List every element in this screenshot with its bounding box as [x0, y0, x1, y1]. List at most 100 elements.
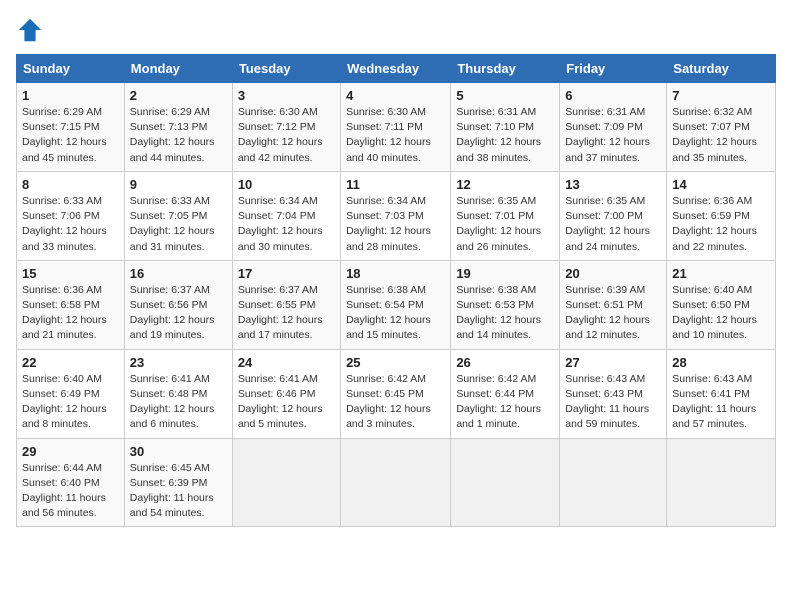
day-number: 22 [22, 355, 119, 370]
day-detail: Sunrise: 6:45 AMSunset: 6:39 PMDaylight:… [130, 462, 214, 520]
calendar-week-3: 15 Sunrise: 6:36 AMSunset: 6:58 PMDayligh… [17, 260, 776, 349]
calendar-cell: 18Sunrise: 6:38 AMSunset: 6:54 PMDayligh… [341, 260, 451, 349]
day-detail: Sunrise: 6:38 AMSunset: 6:53 PMDaylight:… [456, 284, 541, 342]
day-number: 19 [456, 266, 554, 281]
day-detail: Sunrise: 6:35 AMSunset: 7:00 PMDaylight:… [565, 195, 650, 253]
day-number: 13 [565, 177, 661, 192]
col-header-thursday: Thursday [451, 55, 560, 83]
calendar-cell: 17 Sunrise: 6:37 AMSunset: 6:55 PMDayligh… [232, 260, 340, 349]
day-detail: Sunrise: 6:34 AMSunset: 7:04 PMDaylight:… [238, 195, 323, 253]
calendar-cell: 3 Sunrise: 6:30 AMSunset: 7:12 PMDaylight… [232, 83, 340, 172]
day-detail: Sunrise: 6:36 AMSunset: 6:58 PMDaylight:… [22, 284, 107, 342]
day-detail: Sunrise: 6:29 AMSunset: 7:13 PMDaylight:… [130, 106, 215, 164]
calendar-week-4: 22 Sunrise: 6:40 AMSunset: 6:49 PMDayligh… [17, 349, 776, 438]
day-detail: Sunrise: 6:42 AMSunset: 6:44 PMDaylight:… [456, 373, 541, 431]
calendar-cell: 4 Sunrise: 6:30 AMSunset: 7:11 PMDaylight… [341, 83, 451, 172]
calendar-cell: 12 Sunrise: 6:35 AMSunset: 7:01 PMDayligh… [451, 171, 560, 260]
calendar-cell: 14 Sunrise: 6:36 AMSunset: 6:59 PMDayligh… [667, 171, 776, 260]
calendar-cell: 30 Sunrise: 6:45 AMSunset: 6:39 PMDayligh… [124, 438, 232, 527]
calendar-cell: 6Sunrise: 6:31 AMSunset: 7:09 PMDaylight… [560, 83, 667, 172]
day-number: 10 [238, 177, 335, 192]
day-number: 2 [130, 88, 227, 103]
day-detail: Sunrise: 6:41 AMSunset: 6:48 PMDaylight:… [130, 373, 215, 431]
calendar-cell: 24Sunrise: 6:41 AMSunset: 6:46 PMDayligh… [232, 349, 340, 438]
col-header-wednesday: Wednesday [341, 55, 451, 83]
calendar-cell [451, 438, 560, 527]
calendar-cell: 1 Sunrise: 6:29 AMSunset: 7:15 PMDaylight… [17, 83, 125, 172]
day-detail: Sunrise: 6:34 AMSunset: 7:03 PMDaylight:… [346, 195, 431, 253]
day-detail: Sunrise: 6:44 AMSunset: 6:40 PMDaylight:… [22, 462, 106, 520]
day-detail: Sunrise: 6:38 AMSunset: 6:54 PMDaylight:… [346, 284, 431, 342]
day-detail: Sunrise: 6:37 AMSunset: 6:56 PMDaylight:… [130, 284, 215, 342]
calendar-cell: 13 Sunrise: 6:35 AMSunset: 7:00 PMDayligh… [560, 171, 667, 260]
day-number: 29 [22, 444, 119, 459]
day-detail: Sunrise: 6:30 AMSunset: 7:12 PMDaylight:… [238, 106, 323, 164]
day-number: 9 [130, 177, 227, 192]
day-detail: Sunrise: 6:33 AMSunset: 7:05 PMDaylight:… [130, 195, 215, 253]
day-number: 21 [672, 266, 770, 281]
day-number: 30 [130, 444, 227, 459]
day-number: 12 [456, 177, 554, 192]
day-number: 7 [672, 88, 770, 103]
calendar-cell: 20 Sunrise: 6:39 AMSunset: 6:51 PMDayligh… [560, 260, 667, 349]
day-detail: Sunrise: 6:30 AMSunset: 7:11 PMDaylight:… [346, 106, 431, 164]
day-number: 28 [672, 355, 770, 370]
day-number: 24 [238, 355, 335, 370]
day-number: 23 [130, 355, 227, 370]
calendar-cell [560, 438, 667, 527]
day-number: 26 [456, 355, 554, 370]
day-number: 3 [238, 88, 335, 103]
day-number: 4 [346, 88, 445, 103]
day-detail: Sunrise: 6:40 AMSunset: 6:50 PMDaylight:… [672, 284, 757, 342]
calendar-cell: 27 Sunrise: 6:43 AMSunset: 6:43 PMDayligh… [560, 349, 667, 438]
day-number: 14 [672, 177, 770, 192]
calendar-cell: 23 Sunrise: 6:41 AMSunset: 6:48 PMDayligh… [124, 349, 232, 438]
calendar-cell: 28 Sunrise: 6:43 AMSunset: 6:41 PMDayligh… [667, 349, 776, 438]
day-detail: Sunrise: 6:42 AMSunset: 6:45 PMDaylight:… [346, 373, 431, 431]
calendar-cell: 15 Sunrise: 6:36 AMSunset: 6:58 PMDayligh… [17, 260, 125, 349]
col-header-sunday: Sunday [17, 55, 125, 83]
day-detail: Sunrise: 6:39 AMSunset: 6:51 PMDaylight:… [565, 284, 650, 342]
calendar-cell [667, 438, 776, 527]
logo-icon [16, 16, 44, 44]
day-number: 20 [565, 266, 661, 281]
day-number: 6 [565, 88, 661, 103]
calendar-cell: 22 Sunrise: 6:40 AMSunset: 6:49 PMDayligh… [17, 349, 125, 438]
day-number: 11 [346, 177, 445, 192]
day-number: 5 [456, 88, 554, 103]
page-header [16, 16, 776, 44]
col-header-saturday: Saturday [667, 55, 776, 83]
day-number: 16 [130, 266, 227, 281]
calendar-cell: 8Sunrise: 6:33 AMSunset: 7:06 PMDaylight… [17, 171, 125, 260]
day-detail: Sunrise: 6:36 AMSunset: 6:59 PMDaylight:… [672, 195, 757, 253]
day-detail: Sunrise: 6:43 AMSunset: 6:41 PMDaylight:… [672, 373, 756, 431]
calendar-cell: 7 Sunrise: 6:32 AMSunset: 7:07 PMDaylight… [667, 83, 776, 172]
calendar-cell: 21 Sunrise: 6:40 AMSunset: 6:50 PMDayligh… [667, 260, 776, 349]
day-number: 1 [22, 88, 119, 103]
calendar-cell [232, 438, 340, 527]
day-detail: Sunrise: 6:37 AMSunset: 6:55 PMDaylight:… [238, 284, 323, 342]
calendar-cell: 29 Sunrise: 6:44 AMSunset: 6:40 PMDayligh… [17, 438, 125, 527]
calendar-cell: 9 Sunrise: 6:33 AMSunset: 7:05 PMDaylight… [124, 171, 232, 260]
calendar-week-2: 8Sunrise: 6:33 AMSunset: 7:06 PMDaylight… [17, 171, 776, 260]
day-detail: Sunrise: 6:43 AMSunset: 6:43 PMDaylight:… [565, 373, 649, 431]
col-header-monday: Monday [124, 55, 232, 83]
calendar-week-5: 29 Sunrise: 6:44 AMSunset: 6:40 PMDayligh… [17, 438, 776, 527]
calendar-cell: 26 Sunrise: 6:42 AMSunset: 6:44 PMDayligh… [451, 349, 560, 438]
col-header-tuesday: Tuesday [232, 55, 340, 83]
calendar-week-1: 1 Sunrise: 6:29 AMSunset: 7:15 PMDaylight… [17, 83, 776, 172]
calendar-table: SundayMondayTuesdayWednesdayThursdayFrid… [16, 54, 776, 527]
calendar-cell: 5Sunrise: 6:31 AMSunset: 7:10 PMDaylight… [451, 83, 560, 172]
day-detail: Sunrise: 6:32 AMSunset: 7:07 PMDaylight:… [672, 106, 757, 164]
day-detail: Sunrise: 6:35 AMSunset: 7:01 PMDaylight:… [456, 195, 541, 253]
day-number: 15 [22, 266, 119, 281]
day-number: 27 [565, 355, 661, 370]
day-number: 8 [22, 177, 119, 192]
calendar-cell: 16 Sunrise: 6:37 AMSunset: 6:56 PMDayligh… [124, 260, 232, 349]
day-number: 17 [238, 266, 335, 281]
day-detail: Sunrise: 6:29 AMSunset: 7:15 PMDaylight:… [22, 106, 107, 164]
logo [16, 16, 46, 44]
calendar-cell: 11 Sunrise: 6:34 AMSunset: 7:03 PMDayligh… [341, 171, 451, 260]
day-detail: Sunrise: 6:40 AMSunset: 6:49 PMDaylight:… [22, 373, 107, 431]
calendar-cell: 19 Sunrise: 6:38 AMSunset: 6:53 PMDayligh… [451, 260, 560, 349]
